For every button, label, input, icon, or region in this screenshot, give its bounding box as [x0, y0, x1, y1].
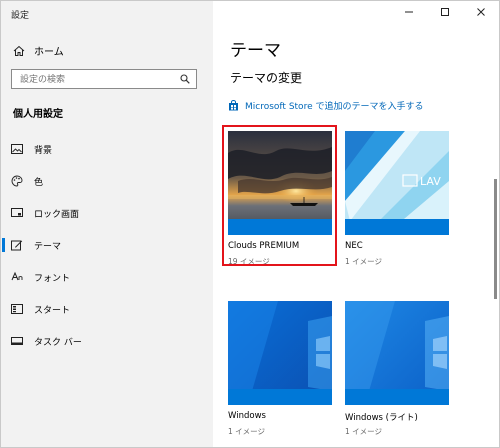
theme-thumbnail: LAV — [345, 131, 449, 235]
home-icon — [13, 45, 25, 56]
nec-logo-text: LAV — [420, 175, 441, 188]
sidebar-item-label: テーマ — [34, 241, 62, 252]
store-link[interactable]: Microsoft Store で追加のテーマを入手する — [228, 99, 423, 112]
minimize-button[interactable] — [391, 1, 427, 23]
theme-name: Windows — [228, 411, 266, 421]
theme-image-count: 1 イメージ — [228, 427, 266, 436]
sidebar: 設定 ホーム 個人用設定 背景 色 ロック画面 — [1, 1, 213, 447]
sidebar-item-label: フォント — [34, 273, 71, 284]
search-input[interactable] — [18, 72, 172, 88]
sidebar-item-start[interactable]: スタート — [1, 299, 213, 319]
theme-name: Windows (ライト) — [345, 413, 418, 423]
sidebar-item-label: ロック画面 — [34, 209, 80, 220]
section-subtitle: テーマの変更 — [230, 71, 303, 85]
theme-thumbnail — [228, 301, 332, 405]
sidebar-item-label: 色 — [34, 177, 44, 188]
store-bag-icon — [229, 100, 238, 111]
theme-tile-windows-light[interactable]: Windows (ライト) 1 イメージ — [345, 301, 449, 437]
theme-tile-nec[interactable]: LAV NEC 1 イメージ — [345, 131, 449, 267]
palette-icon — [11, 175, 23, 187]
theme-color-bar — [228, 389, 332, 405]
font-icon — [11, 271, 23, 283]
search-icon[interactable] — [180, 74, 190, 84]
theme-color-bar — [345, 389, 449, 405]
theme-name: NEC — [345, 241, 363, 251]
sidebar-item-background[interactable]: 背景 — [1, 139, 213, 159]
theme-image-count: 1 イメージ — [345, 427, 383, 436]
picture-icon — [11, 143, 23, 155]
sidebar-item-taskbar[interactable]: タスク バー — [1, 331, 213, 351]
theme-color-bar — [345, 219, 449, 235]
sidebar-item-label: スタート — [34, 305, 71, 316]
sidebar-item-lock-screen[interactable]: ロック画面 — [1, 203, 213, 223]
home-link[interactable]: ホーム — [13, 43, 64, 58]
maximize-button[interactable] — [427, 1, 463, 23]
theme-thumbnail — [345, 301, 449, 405]
sidebar-item-color[interactable]: 色 — [1, 171, 213, 191]
store-link-label: Microsoft Store で追加のテーマを入手する — [245, 102, 424, 112]
selection-highlight — [222, 125, 337, 266]
close-icon — [477, 8, 485, 16]
main-panel: テーマ テーマの変更 Microsoft Store で追加のテーマを入手する — [213, 1, 499, 447]
sidebar-item-label: 背景 — [34, 145, 53, 156]
sidebar-item-label: タスク バー — [34, 337, 82, 348]
home-label: ホーム — [34, 47, 64, 58]
search-box[interactable] — [11, 69, 197, 89]
close-button[interactable] — [463, 1, 499, 23]
theme-tile-windows[interactable]: Windows 1 イメージ — [228, 301, 332, 437]
sidebar-item-theme[interactable]: テーマ — [1, 235, 213, 255]
window-controls — [391, 1, 499, 23]
taskbar-icon — [11, 335, 23, 347]
window-title: 設定 — [11, 11, 30, 21]
page-title: テーマ — [230, 41, 281, 61]
section-title: 個人用設定 — [13, 109, 63, 120]
minimize-icon — [405, 11, 413, 13]
theme-image-count: 1 イメージ — [345, 257, 383, 266]
sidebar-item-font[interactable]: フォント — [1, 267, 213, 287]
start-icon — [11, 303, 23, 315]
scrollbar-thumb[interactable] — [494, 179, 497, 299]
theme-brush-icon — [11, 239, 23, 251]
lock-screen-icon — [11, 207, 23, 219]
maximize-icon — [441, 8, 449, 16]
